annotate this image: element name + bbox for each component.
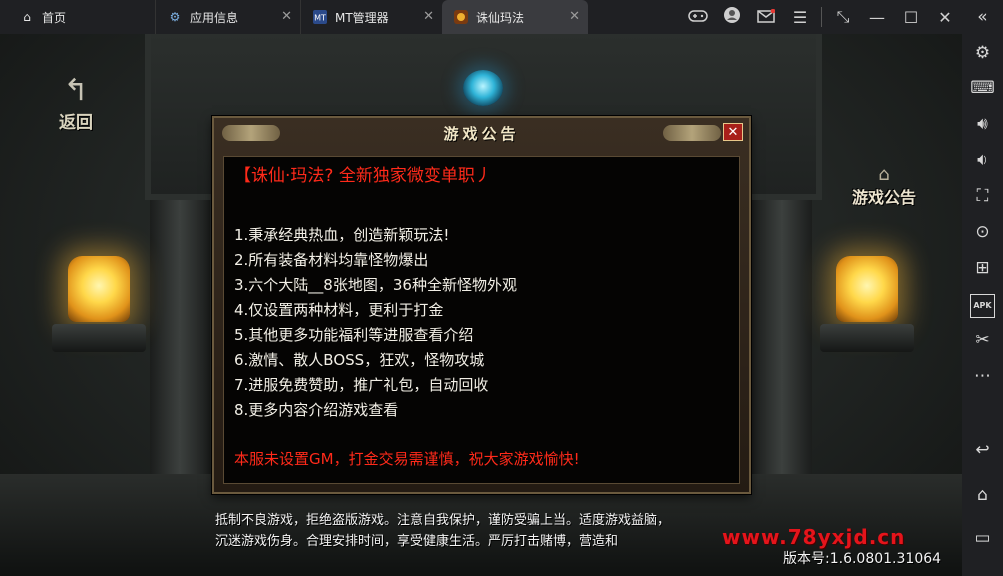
svg-text:MT: MT <box>314 14 326 23</box>
announcement-line: 8.更多内容介绍游戏查看 <box>234 401 399 419</box>
announcement-line: 7.进服免费赞助，推广礼包，自动回收 <box>234 376 489 394</box>
site-watermark: www.78yxjd.cn <box>722 525 906 549</box>
announcement-headline: 【诛仙·玛法? 全新独家微变单职丿 <box>234 166 492 186</box>
blue-gem-ornament <box>463 70 503 106</box>
mt-app-icon: MT <box>313 10 327 24</box>
back-icon[interactable]: ↩ <box>962 440 1003 460</box>
apk-install-icon[interactable]: APK <box>962 294 1003 318</box>
announcement-line: 6.激情、散人BOSS，狂欢，怪物攻城 <box>234 351 485 369</box>
tab-label: 诛仙玛法 <box>476 10 525 25</box>
announcement-line: 1.秉承经典热血，创造新颖玩法! <box>234 226 450 244</box>
volume-up-icon[interactable]: 🔊︎ <box>962 114 1003 134</box>
dialog-content: 【诛仙·玛法? 全新独家微变单职丿 1.秉承经典热血，创造新颖玩法! 2.所有装… <box>223 156 740 484</box>
scissors-icon[interactable]: ✂ <box>962 330 1003 350</box>
health-notice: 抵制不良游戏，拒绝盗版游戏。注意自我保护，谨防受骗上当。适度游戏益脑， 沉迷游戏… <box>215 510 775 552</box>
ornament-icon <box>222 125 280 141</box>
home-icon: ⌂ <box>23 10 31 24</box>
game-viewport: ↰ 返回 ⌂ 游戏公告 游戏公告 ✕ 【诛仙·玛法? 全新独家微变单职丿 1.秉… <box>0 34 962 576</box>
back-button[interactable]: ↰ 返回 <box>52 73 100 134</box>
screenshot-icon[interactable]: ⛶ <box>962 186 1003 206</box>
gear-icon: ⚙ <box>169 10 181 24</box>
more-icon[interactable]: ⋯ <box>962 366 1003 386</box>
notice-label: 游戏公告 <box>851 188 916 207</box>
lantern-base <box>820 324 914 352</box>
keyboard-icon[interactable]: ⌨ <box>962 78 1003 98</box>
apk-label: APK <box>970 294 995 318</box>
close-icon[interactable]: ✕ <box>928 8 962 27</box>
settings-icon[interactable]: ⚙ <box>962 43 1003 63</box>
game-notice-button[interactable]: ⌂ 游戏公告 <box>846 166 922 208</box>
gamepad-icon[interactable] <box>681 8 715 27</box>
user-avatar-icon[interactable] <box>715 7 749 27</box>
divider <box>821 7 822 27</box>
tab-game[interactable]: 诛仙玛法 ✕ <box>442 0 588 34</box>
close-icon[interactable]: ✕ <box>569 10 580 24</box>
announcement-line: 2.所有装备材料均靠怪物爆出 <box>234 251 429 269</box>
back-arrow-icon: ↰ <box>63 73 89 108</box>
tab-label: MT管理器 <box>335 10 389 25</box>
collapse-sidebar-icon[interactable]: « <box>962 7 1003 27</box>
game-app-icon <box>454 10 468 24</box>
announcement-line: 4.仅设置两种材料，更利于打金 <box>234 301 444 319</box>
add-app-icon[interactable]: ⊞ <box>962 258 1003 278</box>
dialog-close-button[interactable]: ✕ <box>723 123 743 141</box>
announcement-line: 3.六个大陆__8张地图，36种全新怪物外观 <box>234 276 517 294</box>
right-toolbar: « ⚙ ⌨ 🔊︎ 🔉︎ ⛶ ⊙ ⊞ APK ✂ ⋯ ↩ ⌂ ▭ <box>962 0 1003 576</box>
tab-label: 首页 <box>42 10 67 25</box>
tab-home[interactable]: ⌂ 首页 <box>0 0 155 34</box>
home-icon[interactable]: ⌂ <box>962 485 1003 505</box>
pagoda-roof-icon: ⌂ <box>878 164 890 185</box>
announcement-line: 5.其他更多功能福利等进服查看介绍 <box>234 326 474 344</box>
shrink-icon[interactable]: ⤡ <box>826 7 860 27</box>
tab-mt-manager[interactable]: MT MT管理器 ✕ <box>300 0 442 34</box>
announcement-dialog: 游戏公告 ✕ 【诛仙·玛法? 全新独家微变单职丿 1.秉承经典热血，创造新颖玩法… <box>212 116 751 494</box>
recent-apps-icon[interactable]: ▭ <box>962 528 1003 548</box>
dialog-title: 游戏公告 <box>443 124 520 143</box>
right-lantern <box>836 256 898 322</box>
tab-label: 应用信息 <box>190 10 239 25</box>
close-icon[interactable]: ✕ <box>423 10 434 24</box>
mail-icon[interactable] <box>749 8 783 27</box>
volume-down-icon[interactable]: 🔉︎ <box>962 150 1003 170</box>
announcement-warning: 本服未设置GM，打金交易需谨慎，祝大家游戏愉快! <box>234 450 580 468</box>
dialog-header: 游戏公告 ✕ <box>214 118 749 148</box>
maximize-icon[interactable]: ☐ <box>894 8 928 27</box>
health-notice-line: 沉迷游戏伤身。合理安排时间，享受健康生活。严厉打击赌博，营造和 <box>215 534 619 549</box>
ornament-icon <box>663 125 721 141</box>
close-icon[interactable]: ✕ <box>281 10 292 24</box>
back-label: 返回 <box>59 113 93 133</box>
health-notice-line: 抵制不良游戏，拒绝盗版游戏。注意自我保护，谨防受骗上当。适度游戏益脑， <box>215 513 671 528</box>
minimize-icon[interactable]: — <box>860 8 894 27</box>
tab-bar: ⌂ 首页 ⚙ 应用信息 ✕ MT MT管理器 ✕ 诛仙玛法 ✕ ☰ ⤡ — ☐ … <box>0 0 962 34</box>
record-icon[interactable]: ⊙ <box>962 222 1003 242</box>
menu-icon[interactable]: ☰ <box>783 8 817 27</box>
tab-app-info[interactable]: ⚙ 应用信息 ✕ <box>155 0 300 34</box>
lantern-base <box>52 324 146 352</box>
window-controls: ☰ ⤡ — ☐ ✕ <box>681 0 962 34</box>
version-label: 版本号:1.6.0801.31064 <box>783 551 942 567</box>
left-lantern <box>68 256 130 322</box>
